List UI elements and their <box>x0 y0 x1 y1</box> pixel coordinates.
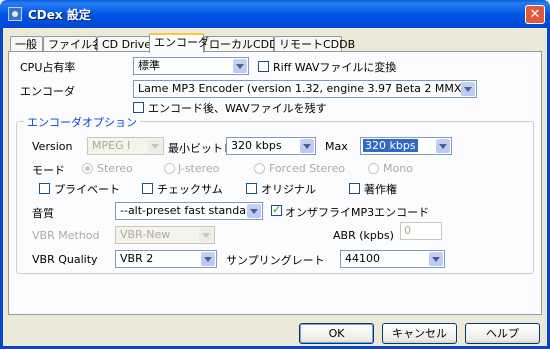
riff-checkbox[interactable] <box>258 61 269 72</box>
tab-encoder[interactable]: エンコーダ <box>149 33 209 53</box>
sampling-rate-select[interactable]: 44100 <box>340 250 445 268</box>
min-bitrate-label: 最小ビットレ <box>168 142 234 155</box>
cpu-select[interactable]: 標準 <box>133 57 249 75</box>
sampling-rate-value: 44100 <box>345 252 380 265</box>
close-button[interactable]: ✕ <box>525 5 545 24</box>
mode-forced-stereo-radio[interactable] <box>254 163 265 174</box>
min-bitrate-value: 320 kbps <box>231 139 282 152</box>
chevron-down-icon <box>429 252 443 266</box>
cpu-value: 標準 <box>138 59 160 72</box>
private-label: プライベート <box>54 183 120 196</box>
mode-jstereo-label: J-stereo <box>178 162 220 175</box>
encoder-label: エンコーダ <box>20 85 75 98</box>
copyright-checkbox[interactable] <box>349 183 360 194</box>
tab-cd-drive[interactable]: CD Drive <box>97 36 151 52</box>
abr-label: ABR (kpbs) <box>333 229 394 242</box>
on-the-fly-checkbox[interactable] <box>271 203 282 216</box>
max-bitrate-value: 320 kbps <box>363 139 418 152</box>
cpu-label: CPU占有率 <box>20 61 76 74</box>
private-checkbox[interactable] <box>39 183 50 194</box>
quality-label: 音質 <box>32 207 54 220</box>
quality-select[interactable]: --alt-preset fast standard <box>115 202 263 220</box>
max-bitrate-label: Max <box>325 140 348 153</box>
riff-label: Riff WAVファイルに変換 <box>273 61 397 74</box>
quality-value: --alt-preset fast standard <box>120 204 258 217</box>
on-the-fly-label: オンザフライMP3エンコード <box>285 206 430 219</box>
chevron-down-icon <box>247 204 261 218</box>
encoder-options-legend: エンコーダオプション <box>24 114 140 130</box>
tab-filename[interactable]: ファイル名 <box>43 36 103 52</box>
version-value: MPEG I <box>92 139 131 152</box>
max-bitrate-select[interactable]: 320 kbps <box>360 137 452 155</box>
min-bitrate-select[interactable]: 320 kbps <box>226 137 316 155</box>
original-checkbox[interactable] <box>246 183 257 194</box>
vbr-method-select[interactable]: VBR-New <box>115 226 215 244</box>
keep-wav-label: エンコード後、WAVファイルを残す <box>148 102 327 115</box>
sampling-rate-label: サンプリングレート <box>226 254 325 267</box>
vbr-method-label: VBR Method <box>32 229 100 242</box>
chevron-down-icon <box>148 139 162 153</box>
version-label: Version <box>32 140 73 153</box>
encoder-value: Lame MP3 Encoder (version 1.32, engine 3… <box>138 82 466 95</box>
window-title: CDex 設定 <box>28 8 91 22</box>
tab-remote-cddb[interactable]: リモートCDDB <box>274 36 355 52</box>
chevron-down-icon <box>461 82 475 96</box>
copyright-label: 著作権 <box>364 183 397 196</box>
mode-stereo-label: Stereo <box>97 162 133 175</box>
encoder-select[interactable]: Lame MP3 Encoder (version 1.32, engine 3… <box>133 80 477 98</box>
tab-local-cddb[interactable]: ローカルCDDB <box>204 36 285 52</box>
original-label: オリジナル <box>261 183 316 196</box>
mode-jstereo-radio[interactable] <box>164 163 175 174</box>
ok-button[interactable]: OK <box>299 323 374 344</box>
mode-mono-label: Mono <box>383 162 413 175</box>
app-icon <box>8 7 22 21</box>
vbr-method-value: VBR-New <box>120 228 171 241</box>
chevron-down-icon <box>436 139 450 153</box>
tab-general[interactable]: 一般 <box>10 36 43 52</box>
mode-stereo-radio[interactable] <box>82 163 93 174</box>
chevron-down-icon <box>201 252 215 266</box>
vbr-quality-value: VBR 2 <box>120 252 154 265</box>
window-frame-left <box>0 28 3 349</box>
mode-mono-radio[interactable] <box>368 163 379 174</box>
chevron-down-icon <box>300 139 314 153</box>
mode-label: モード <box>32 164 65 177</box>
help-button[interactable]: ヘルプ <box>465 323 540 344</box>
abr-input[interactable]: 0 <box>400 222 442 240</box>
checksum-label: チェックサム <box>157 183 223 196</box>
vbr-quality-select[interactable]: VBR 2 <box>115 250 217 268</box>
keep-wav-checkbox[interactable] <box>133 102 144 113</box>
cancel-button[interactable]: キャンセル <box>382 323 457 344</box>
mode-forced-stereo-label: Forced Stereo <box>269 162 346 175</box>
chevron-down-icon <box>199 228 213 242</box>
version-select[interactable]: MPEG I <box>87 137 164 155</box>
vbr-quality-label: VBR Quality <box>32 253 98 266</box>
checksum-checkbox[interactable] <box>142 183 153 194</box>
chevron-down-icon <box>233 59 247 73</box>
